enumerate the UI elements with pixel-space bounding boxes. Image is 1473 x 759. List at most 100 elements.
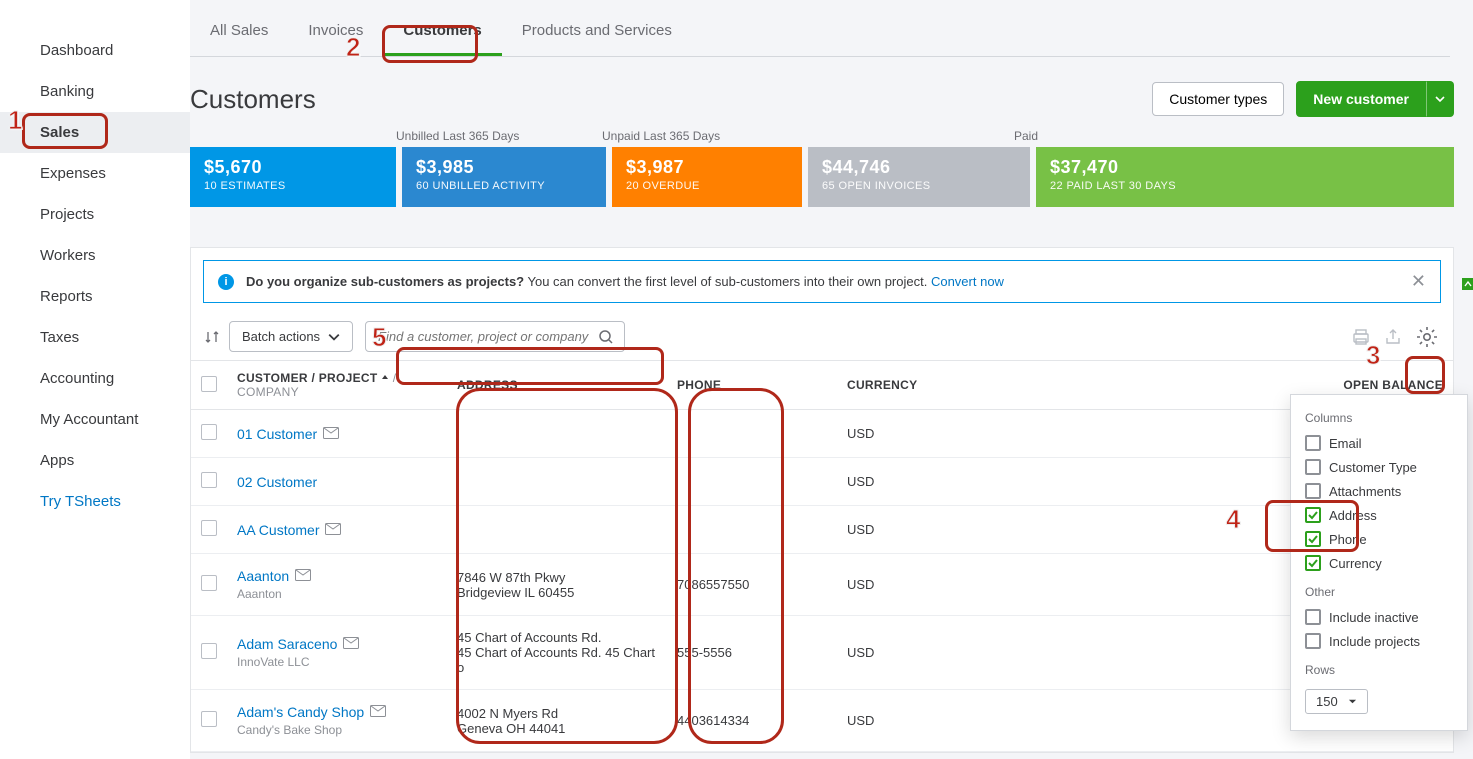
sidebar-item-workers[interactable]: Workers	[0, 235, 190, 276]
address-cell: 4002 N Myers RdGeneva OH 44041	[447, 690, 667, 752]
table-row: Adam's Candy Shop Candy's Bake Shop 4002 N…	[191, 690, 1453, 752]
search-input[interactable]	[376, 328, 598, 345]
caret-down-icon	[1435, 94, 1445, 104]
col-currency[interactable]: Currency	[1305, 551, 1453, 575]
row-checkbox[interactable]	[201, 711, 217, 727]
customers-table: CUSTOMER / PROJECT / COMPANY ADDRESS PHO…	[191, 360, 1453, 752]
moneybar-header-unbilled: Unbilled Last 365 Days	[190, 129, 602, 143]
phone-cell: 555-5556	[667, 616, 837, 690]
address-cell: 45 Chart of Accounts Rd.45 Chart of Acco…	[447, 616, 667, 690]
inc-projects[interactable]: Include projects	[1305, 629, 1453, 653]
col-email[interactable]: Email	[1305, 431, 1453, 455]
customer-panel: i Do you organize sub-customers as proje…	[190, 247, 1454, 753]
moneybar-seg-1[interactable]: $3,98560 UNBILLED ACTIVITY	[402, 147, 606, 207]
currency-cell: USD	[837, 616, 1037, 690]
batch-actions-dropdown[interactable]: Batch actions	[229, 321, 353, 352]
col-phone[interactable]: Phone	[1305, 527, 1453, 551]
close-icon[interactable]: ✕	[1411, 271, 1426, 292]
phone-cell: 7086557550	[667, 554, 837, 616]
address-cell: 7846 W 87th PkwyBridgeview IL 60455	[447, 554, 667, 616]
mail-icon	[370, 705, 386, 717]
currency-cell: USD	[837, 458, 1037, 506]
inc-inactive[interactable]: Include inactive	[1305, 605, 1453, 629]
tab-all-sales[interactable]: All Sales	[190, 22, 288, 56]
convert-now-link[interactable]: Convert now	[931, 274, 1004, 289]
customer-link[interactable]: Adam Saraceno	[237, 636, 337, 652]
sidebar-item-taxes[interactable]: Taxes	[0, 317, 190, 358]
currency-cell: USD	[837, 554, 1037, 616]
customer-link[interactable]: AA Customer	[237, 522, 319, 538]
currency-cell: USD	[837, 506, 1037, 554]
sidebar-item-projects[interactable]: Projects	[0, 194, 190, 235]
popup-rows-header: Rows	[1305, 663, 1453, 677]
sidebar-item-sales[interactable]: Sales	[0, 112, 190, 153]
mail-icon	[325, 523, 341, 535]
address-cell	[447, 410, 667, 458]
popup-other-header: Other	[1305, 585, 1453, 599]
sort-icon[interactable]	[205, 330, 219, 344]
caret-down-icon	[1348, 697, 1357, 706]
phone-cell	[667, 458, 837, 506]
scroll-up-button[interactable]	[1462, 278, 1473, 290]
company-sub: Candy's Bake Shop	[237, 723, 437, 737]
new-customer-dropdown[interactable]	[1426, 81, 1454, 117]
row-checkbox[interactable]	[201, 520, 217, 536]
phone-cell	[667, 506, 837, 554]
moneybar-seg-2[interactable]: $3,98720 OVERDUE	[612, 147, 802, 207]
table-row: 02 CustomerUSD$1,337.50	[191, 458, 1453, 506]
tab-products-and-services[interactable]: Products and Services	[502, 22, 692, 56]
print-icon[interactable]	[1351, 328, 1371, 346]
table-row: 01 CustomerUSD$-200.00	[191, 410, 1453, 458]
tab-customers[interactable]: Customers	[383, 22, 501, 56]
currency-cell: USD	[837, 410, 1037, 458]
select-all-checkbox[interactable]	[201, 376, 217, 392]
customer-types-button[interactable]: Customer types	[1152, 82, 1284, 116]
row-checkbox[interactable]	[201, 424, 217, 440]
row-checkbox[interactable]	[201, 575, 217, 591]
col-address[interactable]: Address	[1305, 503, 1453, 527]
new-customer-split: New customer	[1296, 81, 1454, 117]
search-icon	[598, 329, 614, 345]
sidebar-item-expenses[interactable]: Expenses	[0, 153, 190, 194]
address-cell	[447, 506, 667, 554]
rows-select[interactable]: 150	[1305, 689, 1368, 714]
address-cell	[447, 458, 667, 506]
row-checkbox[interactable]	[201, 643, 217, 659]
tab-invoices[interactable]: Invoices	[288, 22, 383, 56]
col-attachments[interactable]: Attachments	[1305, 479, 1453, 503]
moneybar-header-unpaid: Unpaid Last 365 Days	[602, 129, 1014, 143]
phone-cell	[667, 410, 837, 458]
company-sub: InnoVate LLC	[237, 655, 437, 669]
sidebar-item-accounting[interactable]: Accounting	[0, 358, 190, 399]
row-checkbox[interactable]	[201, 472, 217, 488]
page-title: Customers	[190, 84, 316, 115]
sales-tabs: All SalesInvoicesCustomersProducts and S…	[190, 22, 1450, 57]
sidebar-item-apps[interactable]: Apps	[0, 440, 190, 481]
mail-icon	[323, 427, 339, 439]
main: All SalesInvoicesCustomersProducts and S…	[190, 0, 1473, 759]
customer-search[interactable]	[365, 321, 625, 352]
moneybar-seg-3[interactable]: $44,74665 OPEN INVOICES	[808, 147, 1030, 207]
table-row: AaantonAaanton7846 W 87th PkwyBridgeview…	[191, 554, 1453, 616]
customer-link[interactable]: 01 Customer	[237, 426, 317, 442]
sidebar-item-dashboard[interactable]: Dashboard	[0, 30, 190, 71]
customer-link[interactable]: Aaanton	[237, 568, 289, 584]
sidebar-item-reports[interactable]: Reports	[0, 276, 190, 317]
phone-cell: 4403614334	[667, 690, 837, 752]
sidebar-item-my-accountant[interactable]: My Accountant	[0, 399, 190, 440]
sidebar-item-banking[interactable]: Banking	[0, 71, 190, 112]
customer-link[interactable]: Adam's Candy Shop	[237, 704, 364, 720]
sidebar: DashboardBankingSalesExpensesProjectsWor…	[0, 0, 190, 759]
export-icon[interactable]	[1383, 328, 1403, 346]
customer-link[interactable]: 02 Customer	[237, 474, 317, 490]
moneybar-seg-0[interactable]: $5,67010 ESTIMATES	[190, 147, 396, 207]
mail-icon	[295, 569, 311, 581]
col-customer-type[interactable]: Customer Type	[1305, 455, 1453, 479]
popup-columns-header: Columns	[1305, 411, 1453, 425]
table-row: AA CustomerUSD$-627.85	[191, 506, 1453, 554]
new-customer-button[interactable]: New customer	[1296, 81, 1426, 117]
sidebar-item-try-tsheets[interactable]: Try TSheets	[0, 481, 190, 522]
table-row: Adam Saraceno InnoVate LLC 45 Chart of Acc…	[191, 616, 1453, 690]
gear-icon[interactable]	[1415, 325, 1439, 349]
moneybar-seg-4[interactable]: $37,47022 PAID LAST 30 DAYS	[1036, 147, 1454, 207]
